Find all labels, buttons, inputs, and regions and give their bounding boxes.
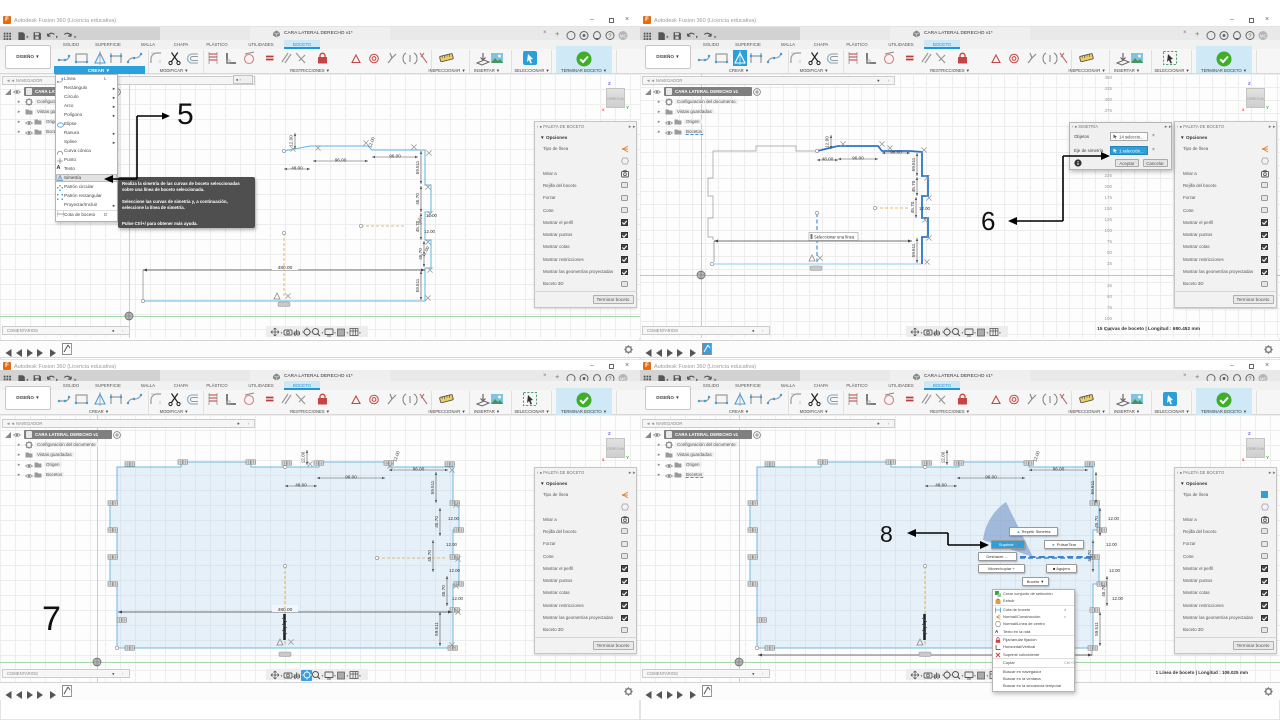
svg-text:59.511: 59.511 <box>415 278 420 292</box>
svg-text:96.00: 96.00 <box>335 158 347 163</box>
svg-text:96.00: 96.00 <box>852 156 864 161</box>
svg-text:12.00: 12.00 <box>1108 516 1120 521</box>
svg-text:45.70: 45.70 <box>1094 516 1099 528</box>
svg-text:12.00: 12.00 <box>289 135 294 147</box>
svg-text:59.511: 59.511 <box>1094 622 1099 636</box>
svg-text:12.00: 12.00 <box>1109 568 1121 573</box>
svg-text:45.70: 45.70 <box>415 193 420 205</box>
svg-text:59.511: 59.511 <box>430 480 435 494</box>
svg-text:12.00: 12.00 <box>452 596 464 601</box>
svg-text:12.00: 12.00 <box>941 451 946 463</box>
svg-text:59.511: 59.511 <box>415 160 420 174</box>
svg-text:12.00: 12.00 <box>449 568 461 573</box>
svg-text:12.00: 12.00 <box>367 136 376 149</box>
svg-text:96.00: 96.00 <box>389 154 401 159</box>
svg-text:59.511: 59.511 <box>434 622 439 636</box>
svg-text:96.00: 96.00 <box>1053 467 1065 472</box>
svg-text:59.511: 59.511 <box>1090 480 1095 494</box>
svg-text:59.511: 59.511 <box>911 157 916 171</box>
svg-text:12.00: 12.00 <box>392 450 401 463</box>
svg-text:Seleccionar una línea: Seleccionar una línea <box>814 235 855 240</box>
svg-text:12.00: 12.00 <box>1112 596 1124 601</box>
svg-text:12.00: 12.00 <box>448 516 460 521</box>
svg-text:96.00: 96.00 <box>345 475 357 480</box>
svg-text:12.00: 12.00 <box>1106 542 1118 547</box>
svg-text:45.70: 45.70 <box>1101 585 1106 597</box>
svg-text:48.00: 48.00 <box>822 157 834 162</box>
svg-text:12.00: 12.00 <box>1032 450 1041 463</box>
svg-text:48.00: 48.00 <box>935 483 947 488</box>
svg-text:45.70: 45.70 <box>910 201 915 213</box>
svg-text:12.00: 12.00 <box>421 245 431 257</box>
svg-text:59.511: 59.511 <box>911 243 916 257</box>
svg-text:12.00: 12.00 <box>825 136 830 148</box>
svg-text:96.00: 96.00 <box>413 467 425 472</box>
svg-text:45.70: 45.70 <box>434 516 439 528</box>
svg-text:45.70: 45.70 <box>427 550 432 562</box>
svg-text:12.00: 12.00 <box>301 451 306 463</box>
svg-text:12.00: 12.00 <box>919 206 931 211</box>
svg-text:12.00: 12.00 <box>424 229 436 234</box>
svg-text:48.00: 48.00 <box>295 483 307 488</box>
svg-text:96.00: 96.00 <box>985 475 997 480</box>
svg-text:480.00: 480.00 <box>278 265 293 271</box>
svg-text:48.00: 48.00 <box>291 166 303 171</box>
svg-text:12.00: 12.00 <box>446 542 458 547</box>
svg-text:45.70: 45.70 <box>441 585 446 597</box>
svg-text:45.70: 45.70 <box>911 180 916 192</box>
